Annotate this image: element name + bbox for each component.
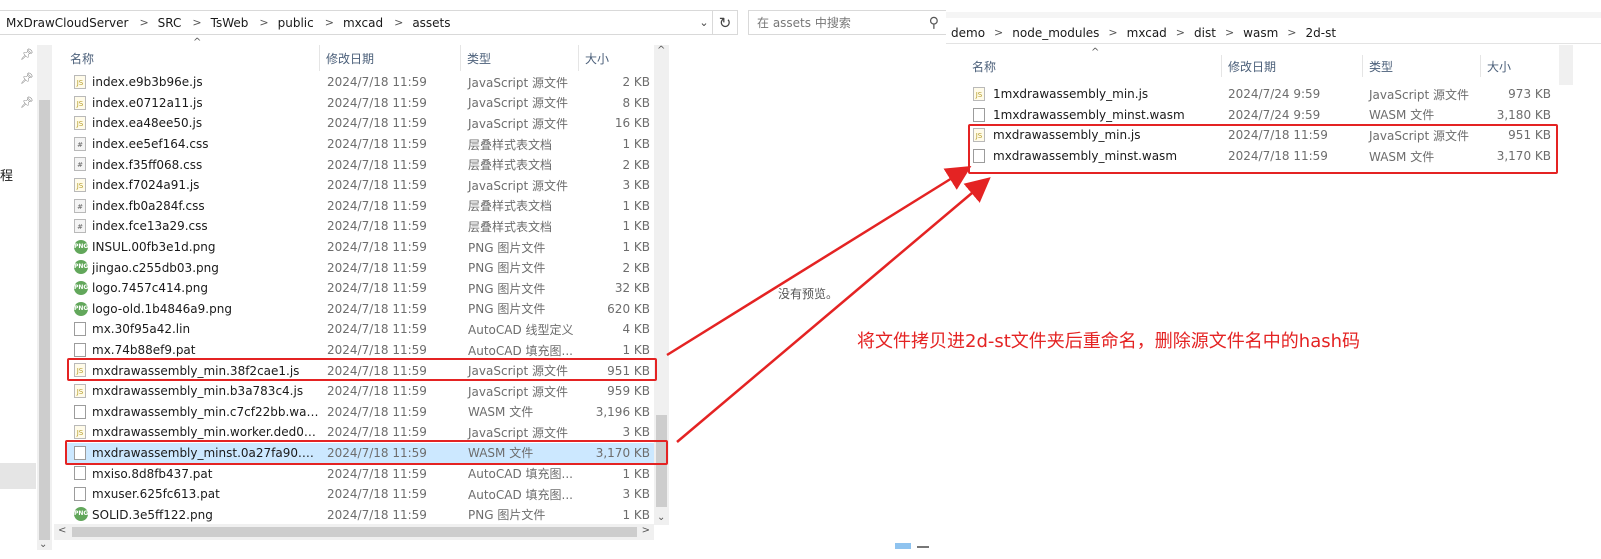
arrow-to-minst-wasm bbox=[676, 177, 991, 443]
annotation-text: 将文件拷贝进2d-st文件夹后重命名，删除源文件名中的hash码 bbox=[857, 331, 1361, 352]
annotation-arrows bbox=[666, 166, 991, 443]
